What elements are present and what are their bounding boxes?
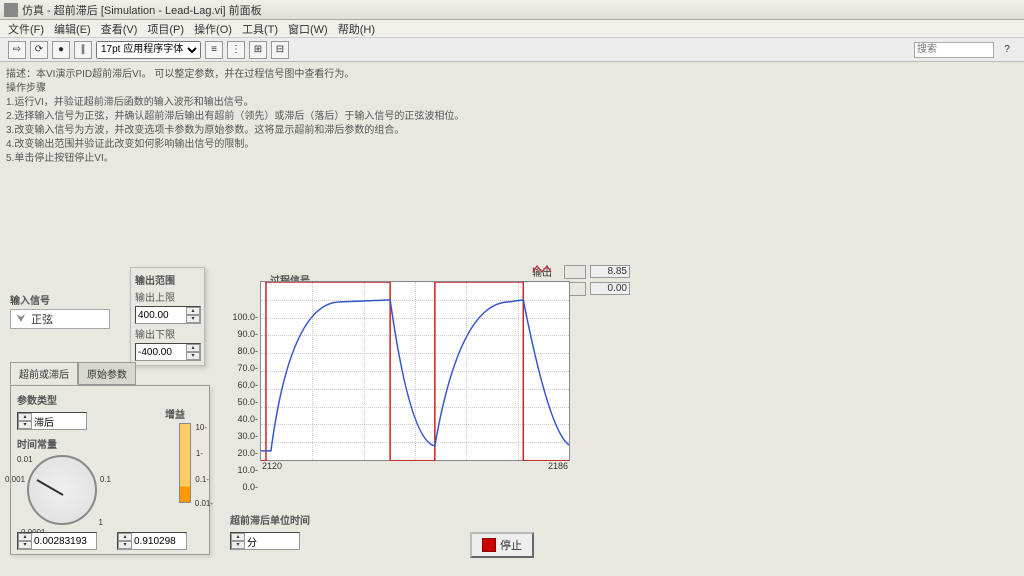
menu-view[interactable]: 查看(V) <box>97 21 142 37</box>
desc-title: 描述：本VI演示PID超前滞后VI。 可以整定参数，并在过程信号图中查看行为。 <box>6 68 1018 82</box>
unit-select[interactable]: ▴▾ <box>230 532 300 550</box>
stop-label: 停止 <box>500 537 522 553</box>
desc-s3: 3.改变输入信号为方波，并改变选项卡参数为原始参数。这将显示超前和滞后参数的组合… <box>6 124 1018 138</box>
param-type-value[interactable] <box>32 416 82 427</box>
outrange-hi-label: 输出上限 <box>135 289 200 304</box>
run-button[interactable]: ⇨ <box>8 41 26 59</box>
dial-tick: 0.01 <box>17 455 33 464</box>
title-bar: 仿真 - 超前滞后 [Simulation - Lead-Lag.vi] 前面板 <box>0 0 1024 20</box>
chevron-icon: ⮟ <box>11 313 31 326</box>
desc-steps-label: 操作步骤 <box>6 82 1018 96</box>
gain-value-field[interactable]: ▴▾ <box>117 532 187 550</box>
gain-tick: 0.01- <box>195 499 213 508</box>
param-type-label: 参数类型 <box>17 392 203 407</box>
desc-s2: 2.选择输入信号为正弦，并确认超前滞后输出有超前（领先）或滞后（落后）于输入信号… <box>6 110 1018 124</box>
dial-tick: 1 <box>99 518 103 527</box>
run-cont-button[interactable]: ⟳ <box>30 41 48 59</box>
gain-slider[interactable] <box>179 423 191 503</box>
unit-value[interactable] <box>245 536 297 547</box>
search-input[interactable] <box>914 42 994 58</box>
param-type-select[interactable]: ▴▾ <box>17 412 87 430</box>
legend-in-value: 0.00 <box>590 282 630 295</box>
dial-tick: 0.001 <box>5 475 25 484</box>
chart-svg <box>261 282 569 461</box>
distribute-button[interactable]: ⋮ <box>227 41 245 59</box>
tab-lead-lag[interactable]: 超前或滞后 <box>10 362 78 385</box>
menu-edit[interactable]: 编辑(E) <box>50 21 95 37</box>
front-panel: 描述：本VI演示PID超前滞后VI。 可以整定参数，并在过程信号图中查看行为。 … <box>0 62 1024 576</box>
menu-tools[interactable]: 工具(T) <box>238 21 282 37</box>
menu-file[interactable]: 文件(F) <box>4 21 48 37</box>
gain-tick: 1- <box>196 449 203 458</box>
menu-help[interactable]: 帮助(H) <box>334 21 379 37</box>
pause-button[interactable]: ∥ <box>74 41 92 59</box>
outrange-title: 输出范围 <box>135 272 200 287</box>
window-title: 仿真 - 超前滞后 [Simulation - Lead-Lag.vi] 前面板 <box>22 2 262 18</box>
gain-tick: 10- <box>195 423 207 432</box>
outrange-hi-value[interactable] <box>136 310 186 321</box>
tc-value-field[interactable]: ▴▾ <box>17 532 97 550</box>
menu-project[interactable]: 项目(P) <box>143 21 188 37</box>
resize-button[interactable]: ⊞ <box>249 41 267 59</box>
legend-out-value: 8.85 <box>590 265 630 278</box>
spinner-icon[interactable]: ▴▾ <box>18 413 32 429</box>
outrange-lo-value[interactable] <box>136 347 186 358</box>
stop-button[interactable]: 停止 <box>470 532 534 558</box>
font-select[interactable]: 17pt 应用程序字体 <box>96 41 201 59</box>
unit-time-panel: 超前滞后单位时间 ▴▾ <box>230 512 310 550</box>
outrange-lo-field[interactable]: ▴▾ <box>135 343 201 361</box>
toolbar: ⇨ ⟳ ● ∥ 17pt 应用程序字体 ≡ ⋮ ⊞ ⊟ ? <box>0 38 1024 62</box>
menu-operate[interactable]: 操作(O) <box>190 21 236 37</box>
params-tab-control: 超前或滞后 原始参数 参数类型 ▴▾ 时间常量 0.01 0.1 1 0.001… <box>10 362 210 562</box>
output-range-panel: 输出范围 输出上限 ▴▾ 输出下限 ▴▾ <box>130 267 205 366</box>
input-signal-select[interactable]: ⮟ 正弦 <box>10 309 110 329</box>
spinner-icon[interactable]: ▴▾ <box>186 307 200 323</box>
outrange-lo-label: 输出下限 <box>135 326 200 341</box>
chart-plot-area[interactable] <box>260 281 570 461</box>
input-signal-value: 正弦 <box>31 311 53 327</box>
spinner-icon[interactable]: ▴▾ <box>186 344 200 360</box>
desc-s4: 4.改变输出范围并验证此改变如何影响输出信号的限制。 <box>6 138 1018 152</box>
menu-window[interactable]: 窗口(W) <box>284 21 332 37</box>
menu-bar: 文件(F) 编辑(E) 查看(V) 项目(P) 操作(O) 工具(T) 窗口(W… <box>0 20 1024 38</box>
app-icon <box>4 3 18 17</box>
input-signal-panel: 输入信号 ⮟ 正弦 <box>10 292 110 329</box>
desc-s5: 5.单击停止按钮停止VI。 <box>6 152 1018 166</box>
legend-out-swatch[interactable] <box>564 265 586 279</box>
tab-raw-params[interactable]: 原始参数 <box>78 362 136 385</box>
time-constant-dial[interactable] <box>27 455 97 525</box>
chart-y-axis: 100.0-90.0-80.0-70.0-60.0-50.0-40.0-30.0… <box>230 312 258 492</box>
stop-icon <box>482 538 496 552</box>
desc-s1: 1.运行VI，并验证超前滞后函数的输入波形和输出信号。 <box>6 96 1018 110</box>
unit-label: 超前滞后单位时间 <box>230 512 310 527</box>
input-signal-label: 输入信号 <box>10 292 110 307</box>
gain-slider-panel: 增益 10- 1- 0.1- 0.01- <box>165 406 205 503</box>
spinner-icon[interactable]: ▴▾ <box>231 533 245 549</box>
abort-button[interactable]: ● <box>52 41 70 59</box>
process-signal-chart: 过程信号 输出 8.85 输入 0.00 100.0-90.0-80.0-70.… <box>230 272 570 471</box>
help-icon[interactable]: ? <box>998 41 1016 59</box>
gain-tick: 0.1- <box>195 475 209 484</box>
description-block: 描述：本VI演示PID超前滞后VI。 可以整定参数，并在过程信号图中查看行为。 … <box>6 68 1018 166</box>
dial-tick: 0.1 <box>100 475 111 484</box>
reorder-button[interactable]: ⊟ <box>271 41 289 59</box>
chart-x-axis: 21202186 <box>260 461 570 471</box>
gain-label: 增益 <box>165 406 205 421</box>
outrange-hi-field[interactable]: ▴▾ <box>135 306 201 324</box>
align-button[interactable]: ≡ <box>205 41 223 59</box>
